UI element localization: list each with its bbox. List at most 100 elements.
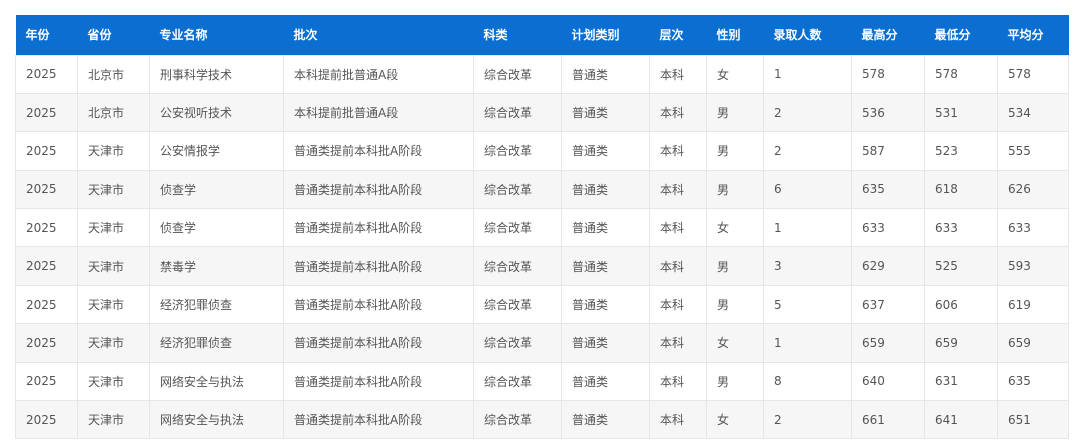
- cell-plan-type: 普通类: [561, 131, 650, 171]
- cell-batch: 本科提前批普通A段: [283, 92, 474, 133]
- cell-province: 天津市: [77, 323, 150, 363]
- cell-year: 2025: [15, 131, 78, 171]
- cell-major: 网络安全与执法: [149, 361, 284, 402]
- cell-admitted-count: 1: [763, 323, 852, 363]
- cell-province: 北京市: [77, 54, 150, 94]
- cell-admitted-count: 5: [763, 284, 852, 325]
- cell-avg-score: 633: [997, 208, 1069, 248]
- cell-min-score: 578: [924, 54, 998, 94]
- column-header-min-score: 最低分: [934, 28, 971, 43]
- cell-major: 刑事科学技术: [149, 54, 284, 94]
- cell-level: 本科: [649, 131, 707, 171]
- cell-gender: 男: [706, 284, 764, 325]
- cell-plan-type: 普通类: [561, 169, 650, 210]
- column-header-admitted-count: 录取人数: [773, 28, 822, 43]
- cell-max-score: 635: [851, 169, 925, 210]
- cell-plan-type: 普通类: [561, 361, 650, 402]
- cell-year: 2025: [15, 208, 78, 248]
- cell-batch: 普通类提前本科批A阶段: [283, 323, 474, 363]
- cell-admitted-count: 1: [763, 54, 852, 94]
- cell-min-score: 631: [924, 361, 998, 402]
- cell-avg-score: 651: [997, 400, 1069, 440]
- cell-gender: 女: [706, 208, 764, 248]
- cell-province: 天津市: [77, 361, 150, 402]
- cell-gender: 男: [706, 169, 764, 210]
- cell-level: 本科: [649, 54, 707, 94]
- cell-plan-type: 普通类: [561, 400, 650, 440]
- cell-avg-score: 619: [997, 284, 1069, 325]
- cell-avg-score: 635: [997, 361, 1069, 402]
- table-row: 2025 天津市 公安情报学 普通类提前本科批A阶段 综合改革 普通类 本科男 2 587 523…: [15, 131, 1069, 171]
- table-row: 2025 北京市 刑事科学技术 本科提前批普通A段 综合改革 普通类 本科女 1 578 578 5…: [15, 54, 1069, 94]
- column-header-level: 层次: [659, 28, 684, 43]
- cell-level: 本科: [649, 284, 707, 325]
- cell-major: 经济犯罪侦查: [149, 323, 284, 363]
- cell-category: 综合改革: [473, 92, 562, 133]
- column-header-category: 科类: [483, 28, 508, 43]
- cell-province: 北京市: [77, 92, 150, 133]
- cell-gender: 男: [706, 92, 764, 133]
- cell-batch: 普通类提前本科批A阶段: [283, 208, 474, 248]
- table-body: 2025 北京市 刑事科学技术 本科提前批普通A段 综合改革 普通类 本科女 1 578 578 5…: [15, 54, 1069, 440]
- admission-scores-container: 年份 省份 专业名称 批次 科类 计划类别 层次 性别 录取人数 最高分 最低分 平均分 2025 北京…: [15, 15, 1069, 440]
- cell-level: 本科: [649, 323, 707, 363]
- cell-admitted-count: 3: [763, 246, 852, 286]
- cell-batch: 普通类提前本科批A阶段: [283, 169, 474, 210]
- cell-gender: 男: [706, 361, 764, 402]
- cell-year: 2025: [15, 400, 78, 440]
- cell-major: 侦查学: [149, 169, 284, 210]
- cell-level: 本科: [649, 246, 707, 286]
- cell-min-score: 523: [924, 131, 998, 171]
- cell-batch: 普通类提前本科批A阶段: [283, 246, 474, 286]
- cell-max-score: 536: [851, 92, 925, 133]
- cell-admitted-count: 8: [763, 361, 852, 402]
- cell-category: 综合改革: [473, 400, 562, 440]
- cell-avg-score: 593: [997, 246, 1069, 286]
- cell-year: 2025: [15, 54, 78, 94]
- cell-province: 天津市: [77, 208, 150, 248]
- cell-avg-score: 534: [997, 92, 1069, 133]
- cell-min-score: 641: [924, 400, 998, 440]
- cell-level: 本科: [649, 208, 707, 248]
- cell-year: 2025: [15, 169, 78, 210]
- cell-gender: 女: [706, 323, 764, 363]
- cell-batch: 本科提前批普通A段: [283, 54, 474, 94]
- cell-gender: 女: [706, 400, 764, 440]
- cell-batch: 普通类提前本科批A阶段: [283, 361, 474, 402]
- cell-category: 综合改革: [473, 208, 562, 248]
- cell-level: 本科: [649, 92, 707, 133]
- cell-major: 公安视听技术: [149, 92, 284, 133]
- table-row: 2025 天津市 经济犯罪侦查 普通类提前本科批A阶段 综合改革 普通类 本科男 5 637 60…: [15, 284, 1069, 325]
- cell-plan-type: 普通类: [561, 284, 650, 325]
- cell-min-score: 633: [924, 208, 998, 248]
- cell-min-score: 618: [924, 169, 998, 210]
- column-header-year: 年份: [25, 28, 50, 43]
- column-header-province: 省份: [87, 28, 112, 43]
- cell-avg-score: 578: [997, 54, 1069, 94]
- cell-level: 本科: [649, 400, 707, 440]
- cell-gender: 男: [706, 246, 764, 286]
- cell-major: 禁毒学: [149, 246, 284, 286]
- cell-avg-score: 555: [997, 131, 1069, 171]
- cell-category: 综合改革: [473, 169, 562, 210]
- cell-year: 2025: [15, 361, 78, 402]
- cell-min-score: 525: [924, 246, 998, 286]
- cell-level: 本科: [649, 361, 707, 402]
- header-row: 年份 省份 专业名称 批次 科类 计划类别 层次 性别 录取人数 最高分 最低分 平均分: [15, 15, 1069, 55]
- cell-gender: 女: [706, 54, 764, 94]
- cell-min-score: 606: [924, 284, 998, 325]
- table-row: 2025 天津市 禁毒学 普通类提前本科批A阶段 综合改革 普通类 本科男 3 629 525 59…: [15, 246, 1069, 286]
- cell-year: 2025: [15, 323, 78, 363]
- cell-max-score: 633: [851, 208, 925, 248]
- cell-category: 综合改革: [473, 323, 562, 363]
- cell-admitted-count: 2: [763, 92, 852, 133]
- cell-year: 2025: [15, 92, 78, 133]
- cell-batch: 普通类提前本科批A阶段: [283, 400, 474, 440]
- cell-plan-type: 普通类: [561, 208, 650, 248]
- cell-year: 2025: [15, 284, 78, 325]
- table-header: 年份 省份 专业名称 批次 科类 计划类别 层次 性别 录取人数 最高分 最低分 平均分: [15, 15, 1069, 55]
- cell-avg-score: 626: [997, 169, 1069, 210]
- cell-major: 网络安全与执法: [149, 400, 284, 440]
- table-row: 2025 天津市 侦查学 普通类提前本科批A阶段 综合改革 普通类 本科女 1 633 633 63…: [15, 208, 1069, 248]
- cell-max-score: 629: [851, 246, 925, 286]
